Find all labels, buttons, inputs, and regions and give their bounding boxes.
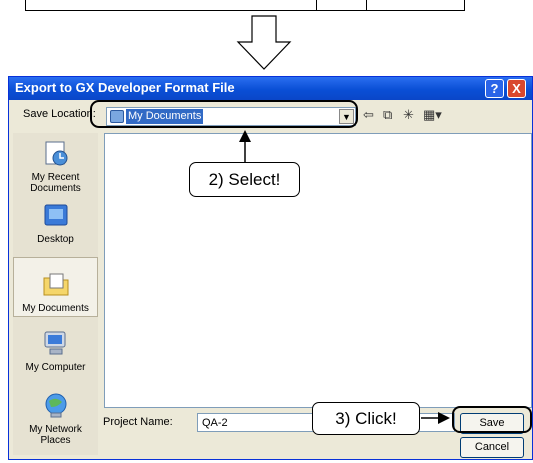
click-callout: 3) Click!	[312, 402, 420, 435]
select-callout: 2) Select!	[189, 162, 300, 197]
annotation-arrows	[239, 130, 450, 424]
